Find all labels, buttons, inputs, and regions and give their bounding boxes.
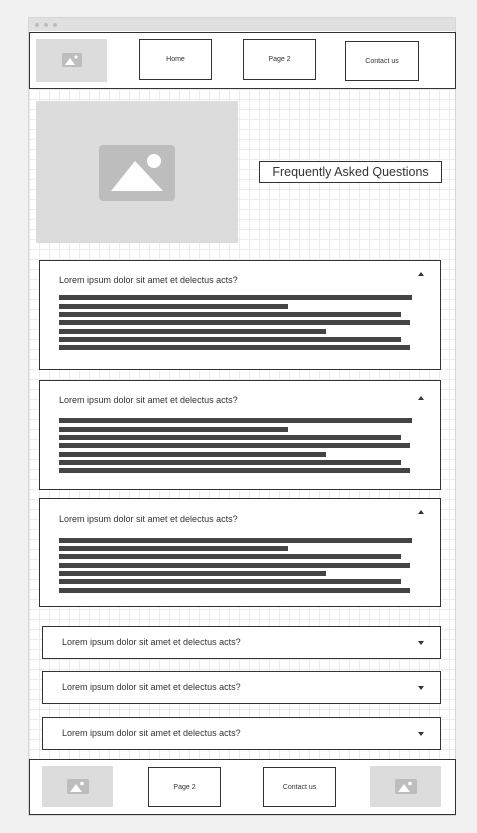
faq-item-expanded[interactable]: Lorem ipsum dolor sit amet et delectus a… [39, 260, 441, 370]
faq-item-expanded[interactable]: Lorem ipsum dolor sit amet et delectus a… [39, 380, 441, 490]
image-icon [99, 145, 175, 201]
answer-text-line [59, 546, 288, 551]
faq-question: Lorem ipsum dolor sit amet et delectus a… [62, 728, 241, 738]
footer-page2-label: Page 2 [173, 783, 196, 791]
nav-home-button[interactable]: Home [139, 39, 212, 80]
image-icon [395, 779, 417, 794]
hero-image-placeholder [36, 101, 238, 243]
footer-logo-placeholder [42, 766, 113, 807]
window-dot-icon [44, 23, 48, 27]
nav-page2-button[interactable]: Page 2 [243, 39, 316, 80]
answer-text-line [59, 554, 401, 559]
answer-text-line [59, 329, 326, 334]
answer-text-line [59, 337, 401, 342]
answer-text-line [59, 452, 326, 457]
answer-text-line [59, 579, 401, 584]
faq-question: Lorem ipsum dolor sit amet et delectus a… [59, 395, 238, 405]
window-titlebar [29, 18, 455, 31]
chevron-up-icon[interactable] [418, 396, 424, 400]
faq-question: Lorem ipsum dolor sit amet et delectus a… [62, 682, 241, 692]
faq-question: Lorem ipsum dolor sit amet et delectus a… [59, 514, 238, 524]
faq-item-collapsed[interactable]: Lorem ipsum dolor sit amet et delectus a… [42, 626, 441, 659]
answer-text-line [59, 571, 326, 576]
answer-text-line [59, 312, 401, 317]
answer-text-line [59, 418, 412, 423]
faq-title: Frequently Asked Questions [259, 161, 442, 183]
chevron-down-icon[interactable] [418, 641, 424, 645]
chevron-up-icon[interactable] [418, 510, 424, 514]
footer-image-placeholder [370, 766, 441, 807]
faq-item-expanded[interactable]: Lorem ipsum dolor sit amet et delectus a… [39, 498, 441, 607]
answer-text-line [59, 538, 412, 543]
footer-page2-button[interactable]: Page 2 [148, 767, 221, 807]
nav-page2-label: Page 2 [268, 56, 291, 63]
chevron-down-icon[interactable] [418, 686, 424, 690]
answer-text-line [59, 460, 401, 465]
faq-item-collapsed[interactable]: Lorem ipsum dolor sit amet et delectus a… [42, 717, 441, 750]
answer-text-line [59, 427, 288, 432]
answer-text-line [59, 295, 412, 300]
footer-contact-label: Contact us [282, 783, 317, 791]
nav-home-label: Home [166, 56, 185, 63]
chevron-up-icon[interactable] [418, 272, 424, 276]
faq-question: Lorem ipsum dolor sit amet et delectus a… [59, 275, 238, 285]
faq-title-text: Frequently Asked Questions [272, 165, 429, 179]
faq-question: Lorem ipsum dolor sit amet et delectus a… [62, 637, 241, 647]
nav-contact-label: Contact us [365, 57, 399, 65]
footer-contact-button[interactable]: Contact us [263, 767, 336, 807]
chevron-down-icon[interactable] [418, 732, 424, 736]
answer-text-line [59, 304, 288, 309]
window-dot-icon [53, 23, 57, 27]
faq-item-collapsed[interactable]: Lorem ipsum dolor sit amet et delectus a… [42, 671, 441, 704]
answer-text-line [59, 563, 410, 568]
image-icon [62, 53, 82, 67]
answer-text-line [59, 345, 410, 350]
answer-text-line [59, 468, 410, 473]
image-icon [67, 779, 89, 794]
nav-contact-button[interactable]: Contact us [345, 41, 419, 81]
answer-text-line [59, 443, 410, 448]
window-dot-icon [35, 23, 39, 27]
logo-placeholder [36, 39, 107, 82]
answer-text-line [59, 320, 410, 325]
answer-text-line [59, 435, 401, 440]
answer-text-line [59, 588, 410, 593]
